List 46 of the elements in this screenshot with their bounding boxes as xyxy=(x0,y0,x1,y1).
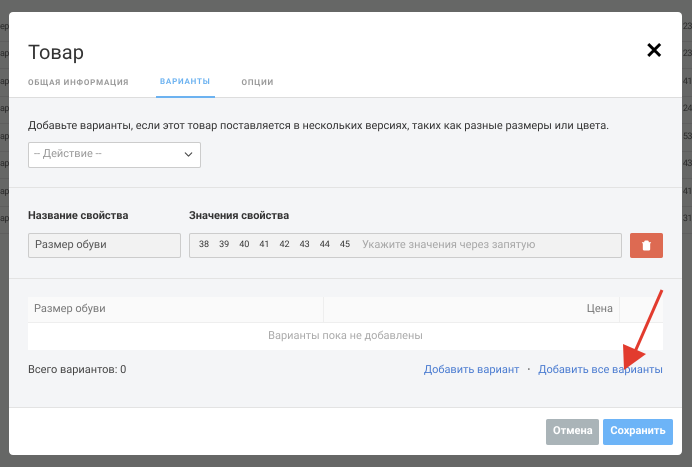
add-variant-link[interactable]: Добавить вариант xyxy=(424,362,520,378)
cancel-button[interactable]: Отмена xyxy=(546,418,599,444)
value-tag: 43 xyxy=(300,238,310,252)
value-tag: 40 xyxy=(239,238,250,252)
value-tag: 39 xyxy=(219,238,230,252)
background-text: ар xyxy=(0,215,9,224)
value-tag: 41 xyxy=(259,238,270,252)
property-values-field[interactable]: 38 39 40 41 42 43 44 45 Укажите значения через запятую xyxy=(189,233,622,258)
trash-icon xyxy=(641,240,652,251)
background-text: ар xyxy=(0,50,9,60)
property-name-field[interactable]: Размер обуви xyxy=(28,233,181,258)
background-text: 43 xyxy=(682,160,692,170)
value-tag: 44 xyxy=(320,238,330,252)
dialog-title: Товар xyxy=(28,39,84,66)
add-all-variants-link[interactable]: Добавить все варианты xyxy=(538,362,663,378)
background-text: 23 xyxy=(682,50,692,60)
value-tag: 38 xyxy=(199,238,210,252)
value-tag: 42 xyxy=(280,238,290,252)
background-text: ар xyxy=(0,160,9,170)
tab[interactable]: ОПЦИИ xyxy=(242,77,274,97)
background-text: 31 xyxy=(682,215,692,224)
empty-table-text: Варианты пока не добавлены xyxy=(267,328,424,344)
background-text: ар xyxy=(0,105,9,114)
value-tag: 45 xyxy=(340,238,350,252)
total-variants-text: Всего вариантов: 0 xyxy=(28,362,126,378)
close-button[interactable]: ✕ xyxy=(645,41,663,63)
description-text: Добавьте варианты, если этот товар поставляется в нескольких версиях, таких как разные размеры или цвета. xyxy=(28,118,610,134)
background-text: 23 xyxy=(682,22,692,32)
background-text: 53 xyxy=(682,132,692,142)
save-button[interactable]: Сохранить xyxy=(603,418,673,444)
background-text: 41 xyxy=(682,188,692,197)
background-text: ар xyxy=(0,132,9,142)
column-header: Цена xyxy=(324,297,620,322)
column-header: Размер обуви xyxy=(28,297,324,322)
property-values-label: Значения свойства xyxy=(189,208,290,224)
background-text: 41 xyxy=(682,78,692,87)
separator-dot: • xyxy=(527,364,530,376)
tab[interactable]: ОБЩАЯ ИНФОРМАЦИЯ xyxy=(28,77,129,97)
background-text: ар xyxy=(0,188,9,197)
background-text: 24 xyxy=(682,105,692,114)
delete-button[interactable] xyxy=(630,233,663,258)
background-text: ер xyxy=(0,22,9,32)
action-select[interactable]: -- Действие -- xyxy=(28,142,201,168)
background-text: ар xyxy=(0,78,9,87)
property-name-label: Название свойства xyxy=(28,208,130,224)
values-placeholder: Укажите значения через запятую xyxy=(362,237,536,254)
